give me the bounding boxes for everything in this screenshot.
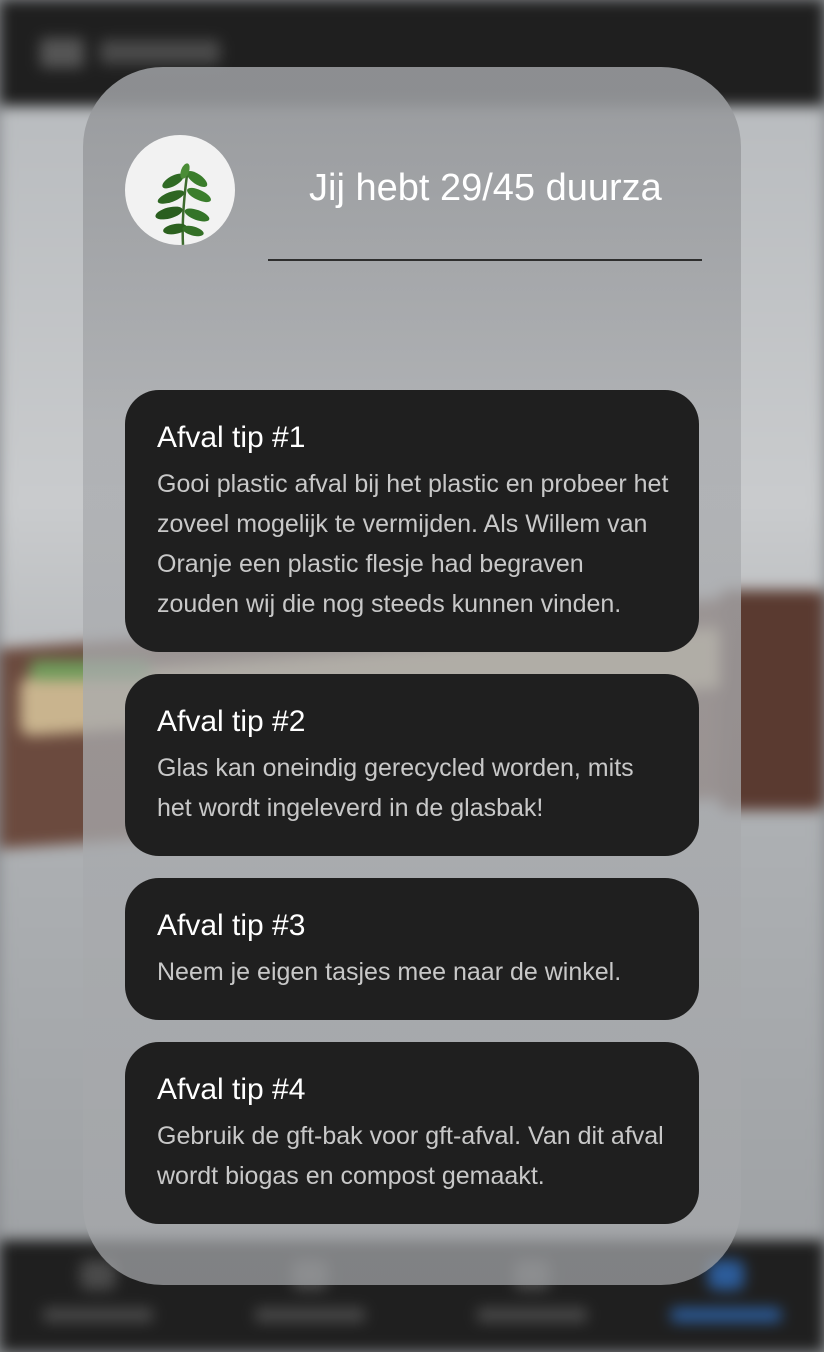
tip-card[interactable]: Afval tip #3 Neem je eigen tasjes mee na… [125,878,699,1020]
tip-title: Afval tip #4 [157,1073,306,1106]
sustainability-score-text: Jij hebt 29/45 duurza [309,167,662,209]
background-app-title [100,40,220,64]
tip-title: Afval tip #3 [157,909,306,942]
background-menu-icon [40,38,84,68]
avatar [125,135,235,245]
tip-card[interactable]: Afval tip #2 Glas kan oneindig gerecycle… [125,674,699,856]
tips-list: Afval tip #1 Gooi plastic afval bij het … [125,390,699,1246]
tip-body: Gooi plastic afval bij het plastic en pr… [157,470,669,618]
tips-panel[interactable]: Jij hebt 29/45 duurza Afval tip #1 Gooi … [83,67,741,1285]
tip-body: Neem je eigen tasjes mee naar de winkel. [157,958,622,986]
tip-title: Afval tip #2 [157,705,306,738]
tip-body: Glas kan oneindig gerecycled worden, mit… [157,754,634,822]
tip-card[interactable]: Afval tip #1 Gooi plastic afval bij het … [125,390,699,652]
score-divider [268,259,702,261]
plant-icon [155,163,211,245]
tip-body: Gebruik de gft-bak voor gft-afval. Van d… [157,1122,664,1190]
tip-card[interactable]: Afval tip #4 Gebruik de gft-bak voor gft… [125,1042,699,1224]
tip-title: Afval tip #1 [157,421,306,454]
